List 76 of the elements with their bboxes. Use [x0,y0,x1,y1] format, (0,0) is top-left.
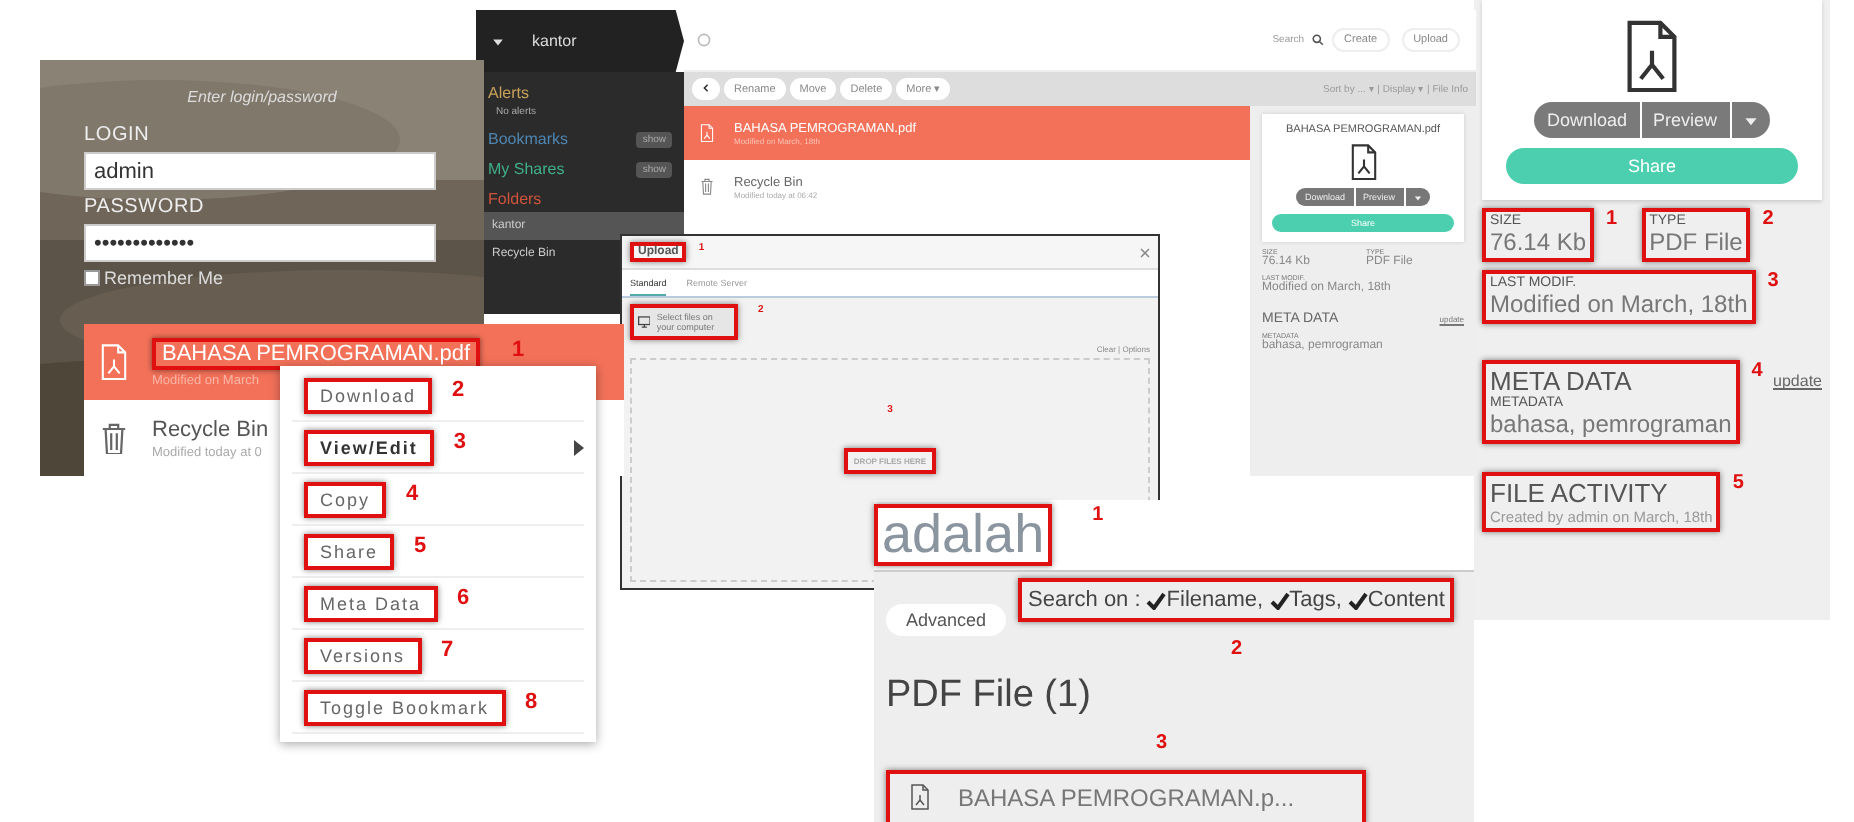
refresh-icon [696,32,712,48]
menu-item[interactable]: Download [320,385,417,405]
menu-item[interactable]: Meta Data [320,593,422,613]
search-on-label: Search on : [1028,588,1141,612]
search-option[interactable]: Content [1367,588,1445,612]
menu-item[interactable]: Copy [320,489,371,509]
result-group-title: PDF File (1) [886,676,1091,718]
pdf-file-icon [1349,144,1377,181]
callout-number: 5 [414,533,427,557]
submenu-arrow-icon [574,439,584,455]
close-icon [1140,247,1150,257]
search-option[interactable]: Filename, [1166,588,1264,612]
caret-button[interactable] [1405,188,1430,207]
search-result[interactable]: BAHASA PEMROGRAMAN.p... [886,769,1366,822]
field-value: PDF File [1649,228,1743,257]
preview-button[interactable]: Preview [1641,102,1730,139]
download-button[interactable]: Download [1534,102,1639,139]
callout-number: 8 [525,689,538,713]
callout-number: 6 [457,585,470,609]
password-label: PASSWORD [84,196,206,218]
field-value: 76.14 Kb [1490,228,1587,257]
section-title: META DATA [1490,366,1634,397]
caret-icon [1743,113,1758,128]
password-field[interactable]: ••••••••••••• [84,224,436,262]
login-label: LOGIN [84,124,152,146]
callout-number: 7 [441,637,454,661]
file-name: Recycle Bin [152,417,269,441]
section-title: FILE ACTIVITY [1490,478,1670,509]
callout-number: 5 [1732,472,1744,495]
menu-item[interactable]: View/Edit [320,437,418,457]
field-value: Modified on March, 18th [1490,290,1748,319]
menu-item[interactable]: Share [320,541,379,561]
callout-number: 3 [1156,733,1168,754]
check-icon[interactable] [1347,591,1368,609]
sidebar-heading: Bookmarks [488,130,569,148]
monitor-icon [638,312,651,332]
menu-item[interactable]: Toggle Bookmark [320,697,490,717]
check-icon[interactable] [1269,591,1290,609]
pdf-file-icon [910,784,930,811]
pdf-file-icon [700,123,714,143]
check-icon[interactable] [1146,591,1167,609]
callout-number: 1 [1092,504,1104,526]
callout-number: 3 [1767,270,1779,293]
result-name: BAHASA PEMROGRAMAN.p... [958,783,1295,812]
update-link[interactable]: update [1773,372,1822,391]
field-value: bahasa, pemrograman [1490,410,1732,439]
search-option[interactable]: Tags, [1289,588,1342,612]
trash-icon [700,178,714,196]
caret-icon [492,35,504,47]
pdf-file-icon [1624,20,1680,93]
login-field[interactable]: admin [84,152,436,190]
remember-label: Remember Me [104,268,224,288]
sidebar-heading: Folders [488,190,542,208]
search-icon [1312,34,1325,46]
remember-checkbox[interactable] [84,270,100,286]
callout-number: 2 [452,377,465,401]
advanced-button[interactable]: Advanced [886,603,1007,635]
pdf-file-icon [100,343,128,381]
folder-title: kantor [532,32,577,50]
callout-number: 1 [512,337,525,361]
back-icon [702,83,710,91]
login-hint: Enter login/password [185,88,339,106]
callout-number: 2 [1762,208,1774,231]
menu-item[interactable]: Versions [320,645,406,665]
file-name: BAHASA PEMROGRAMAN.pdf [162,341,471,365]
caret-button[interactable] [1731,102,1770,139]
caret-icon [1413,193,1422,202]
search-query[interactable]: adalah [882,508,1045,562]
callout-number: 2 [1230,638,1242,660]
callout-number: 4 [1751,360,1763,383]
callout-number: 1 [1606,208,1618,231]
sidebar-heading: My Shares [488,160,565,178]
trash-icon [100,421,128,455]
callout-number: 3 [453,429,466,453]
sidebar-heading: Alerts [488,84,529,102]
callout-number: 4 [406,481,419,505]
